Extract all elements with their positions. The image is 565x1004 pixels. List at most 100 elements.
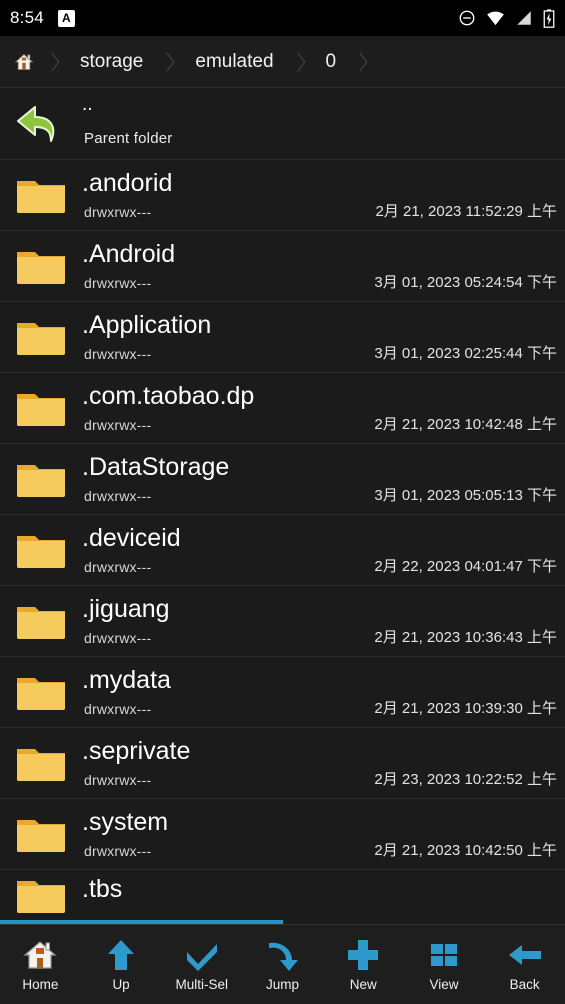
row-text-cell: .system drwxrwx--- 2月 21, 2023 10:42:50 … xyxy=(82,799,565,869)
file-name: .mydata xyxy=(82,666,171,694)
file-permissions: drwxrwx--- xyxy=(84,701,152,717)
ime-badge-icon: A xyxy=(57,9,75,27)
file-name: .deviceid xyxy=(82,524,181,552)
row-text-cell: .DataStorage drwxrwx--- 3月 01, 2023 05:0… xyxy=(82,444,565,514)
house-icon xyxy=(23,941,57,969)
breadcrumb[interactable]: storage emulated 0 xyxy=(0,36,565,88)
file-name: .jiguang xyxy=(82,595,170,623)
folder-icon xyxy=(17,465,65,497)
table-row[interactable]: .tbs xyxy=(0,870,565,920)
row-text-cell: .Android drwxrwx--- 3月 01, 2023 05:24:54… xyxy=(82,231,565,301)
file-permissions: drwxrwx--- xyxy=(84,346,152,362)
list-item-parent-folder[interactable]: .. Parent folder xyxy=(0,88,565,160)
folder-icon xyxy=(17,607,65,639)
row-text-cell: .tbs xyxy=(82,870,565,920)
file-list[interactable]: .. Parent folder .andorid drwxrwx--- 2月 … xyxy=(0,88,565,922)
toolbar-label: View xyxy=(429,977,459,992)
breadcrumb-separator xyxy=(352,36,368,87)
parent-icon-cell xyxy=(0,101,82,147)
file-date: 2月 21, 2023 11:52:29 上午 xyxy=(375,203,557,220)
toolbar-button-new[interactable]: New xyxy=(323,925,404,1004)
signal-icon xyxy=(517,11,531,25)
row-text-cell: .jiguang drwxrwx--- 2月 21, 2023 10:36:43… xyxy=(82,586,565,656)
table-row[interactable]: .seprivate drwxrwx--- 2月 23, 2023 10:22:… xyxy=(0,728,565,799)
folder-icon xyxy=(17,394,65,426)
arrow-left-icon xyxy=(508,945,541,965)
parent-subtitle: Parent folder xyxy=(84,130,173,147)
plus-icon xyxy=(348,940,379,970)
file-name: .com.taobao.dp xyxy=(82,382,255,410)
breadcrumb-label: emulated xyxy=(195,50,274,72)
horizontal-scrollbar[interactable] xyxy=(0,920,565,924)
row-icon-cell xyxy=(0,388,82,428)
toolbar-button-jump[interactable]: Jump xyxy=(242,925,323,1004)
toolbar-label: Multi-Sel xyxy=(175,977,229,992)
row-text-cell: .Application drwxrwx--- 3月 01, 2023 02:2… xyxy=(82,302,565,372)
file-name: .DataStorage xyxy=(82,453,230,481)
breadcrumb-separator xyxy=(159,36,175,87)
table-row[interactable]: .mydata drwxrwx--- 2月 21, 2023 10:39:30 … xyxy=(0,657,565,728)
folder-icon xyxy=(17,181,65,213)
breadcrumb-separator xyxy=(290,36,306,87)
breadcrumb-label: 0 xyxy=(325,50,337,72)
table-row[interactable]: .Application drwxrwx--- 3月 01, 2023 02:2… xyxy=(0,302,565,373)
toolbar-button-multi-sel[interactable]: Multi-Sel xyxy=(161,925,242,1004)
table-row[interactable]: .andorid drwxrwx--- 2月 21, 2023 11:52:29… xyxy=(0,160,565,231)
folder-icon xyxy=(17,323,65,355)
toolbar-button-home[interactable]: Home xyxy=(0,925,81,1004)
row-icon-cell xyxy=(0,317,82,357)
file-name: .system xyxy=(82,808,169,836)
toolbar-button-back[interactable]: Back xyxy=(484,925,565,1004)
table-row[interactable]: .Android drwxrwx--- 3月 01, 2023 05:24:54… xyxy=(0,231,565,302)
do-not-disturb-icon xyxy=(459,10,475,26)
wifi-icon xyxy=(487,11,504,26)
file-permissions: drwxrwx--- xyxy=(84,772,152,788)
row-icon-cell xyxy=(0,175,82,215)
status-icons xyxy=(458,8,555,28)
table-row[interactable]: .jiguang drwxrwx--- 2月 21, 2023 10:36:43… xyxy=(0,586,565,657)
file-permissions: drwxrwx--- xyxy=(84,630,152,646)
home-icon xyxy=(14,53,34,70)
folder-icon xyxy=(17,749,65,781)
row-icon-cell xyxy=(0,530,82,570)
file-permissions: drwxrwx--- xyxy=(84,488,152,504)
folder-icon xyxy=(17,820,65,852)
row-text-cell: .andorid drwxrwx--- 2月 21, 2023 11:52:29… xyxy=(82,160,565,230)
table-row[interactable]: .deviceid drwxrwx--- 2月 22, 2023 04:01:4… xyxy=(0,515,565,586)
breadcrumb-item-storage[interactable]: storage xyxy=(60,36,159,87)
table-row[interactable]: .DataStorage drwxrwx--- 3月 01, 2023 05:0… xyxy=(0,444,565,515)
curved-arrow-icon xyxy=(268,942,298,971)
toolbar-label: Home xyxy=(22,977,59,992)
toolbar-button-view[interactable]: View xyxy=(404,925,485,1004)
file-name: .tbs xyxy=(82,875,123,903)
folder-icon xyxy=(17,678,65,710)
file-name: .seprivate xyxy=(82,737,191,765)
toolbar-label: Up xyxy=(112,977,130,992)
file-name: .Android xyxy=(82,240,176,268)
file-date: 2月 21, 2023 10:42:50 上午 xyxy=(374,842,557,859)
breadcrumb-home[interactable] xyxy=(0,36,44,87)
file-permissions: drwxrwx--- xyxy=(84,275,152,291)
row-text-cell: .mydata drwxrwx--- 2月 21, 2023 10:39:30 … xyxy=(82,657,565,727)
row-icon-cell xyxy=(0,246,82,286)
status-bar: 8:54 A xyxy=(0,0,565,36)
file-date: 2月 21, 2023 10:39:30 上午 xyxy=(374,700,557,717)
file-permissions: drwxrwx--- xyxy=(84,417,152,433)
row-text-cell: .seprivate drwxrwx--- 2月 23, 2023 10:22:… xyxy=(82,728,565,798)
row-icon-cell xyxy=(0,459,82,499)
status-time: 8:54 xyxy=(10,8,44,27)
row-text-cell: .com.taobao.dp drwxrwx--- 2月 21, 2023 10… xyxy=(82,373,565,443)
file-name: .andorid xyxy=(82,169,173,197)
scrollbar-thumb[interactable] xyxy=(0,920,283,924)
table-row[interactable]: .system drwxrwx--- 2月 21, 2023 10:42:50 … xyxy=(0,799,565,870)
grid-icon xyxy=(430,944,457,966)
folder-icon xyxy=(17,536,65,568)
file-permissions: drwxrwx--- xyxy=(84,204,152,220)
parent-name: .. xyxy=(82,94,93,115)
toolbar-button-up[interactable]: Up xyxy=(81,925,162,1004)
table-row[interactable]: .com.taobao.dp drwxrwx--- 2月 21, 2023 10… xyxy=(0,373,565,444)
breadcrumb-item-0[interactable]: 0 xyxy=(306,36,353,87)
breadcrumb-item-emulated[interactable]: emulated xyxy=(175,36,289,87)
parent-text-cell: .. Parent folder xyxy=(82,88,565,159)
toolbar-label: New xyxy=(349,977,377,992)
